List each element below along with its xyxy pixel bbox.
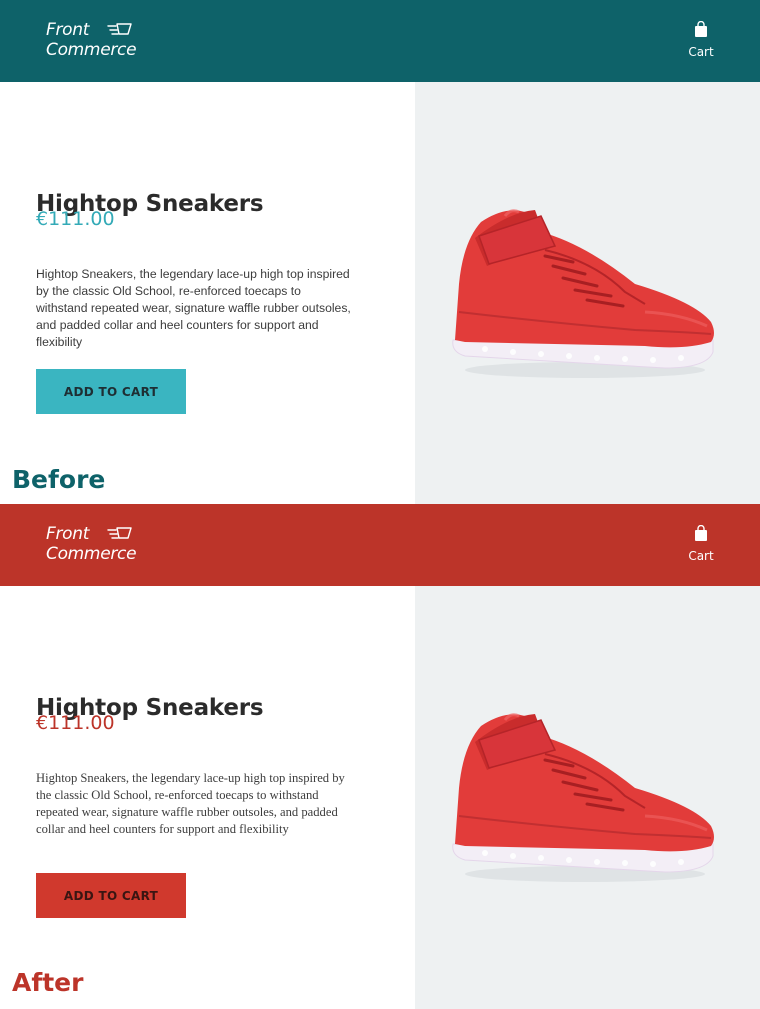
before-panel: Front Commerce Cart Hightop Sneakers €11… (0, 0, 760, 504)
logo-text-line2: Commerce (46, 40, 137, 60)
cart-button[interactable]: Cart (684, 18, 718, 64)
site-header: Front Commerce Cart (0, 504, 760, 586)
product-image (415, 82, 760, 504)
logo-text-line1: Front (46, 20, 90, 40)
after-panel: Front Commerce Cart Hightop Sneakers €11… (0, 504, 760, 1009)
after-label: After (12, 968, 84, 997)
site-header: Front Commerce Cart (0, 0, 760, 82)
cart-label: Cart (688, 45, 714, 59)
before-label: Before (12, 465, 106, 494)
red-hightop-sneaker (452, 713, 714, 882)
add-to-cart-button[interactable]: ADD TO CART (36, 873, 186, 918)
cart-label: Cart (688, 549, 714, 563)
shopping-bag-icon (695, 525, 707, 541)
red-hightop-sneaker (452, 209, 714, 378)
product-price: €111.00 (36, 208, 115, 230)
shopping-bag-icon (695, 21, 707, 37)
logo-text-line2: Commerce (46, 544, 137, 564)
cart-speed-icon (107, 527, 132, 539)
cart-button[interactable]: Cart (684, 522, 718, 568)
logo-text-line1: Front (46, 524, 90, 544)
product-image (415, 586, 760, 1009)
cart-speed-icon (107, 23, 132, 35)
product-description: Hightop Sneakers, the legendary lace-up … (36, 267, 351, 349)
brand-logo[interactable]: Front Commerce (46, 523, 137, 567)
brand-logo[interactable]: Front Commerce (46, 19, 137, 63)
product-price: €111.00 (36, 712, 115, 734)
add-to-cart-button[interactable]: ADD TO CART (36, 369, 186, 414)
product-description: Hightop Sneakers, the legendary lace-up … (36, 771, 345, 836)
